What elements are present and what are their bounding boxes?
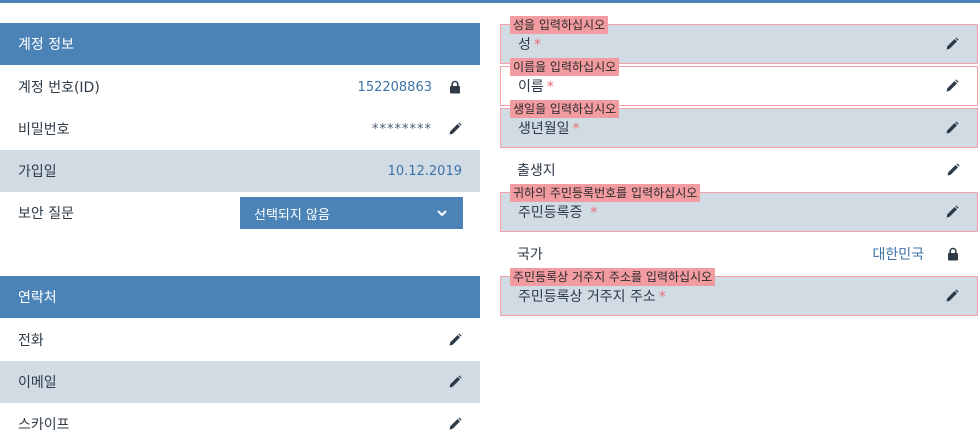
name-error-tooltip: 이름을 입력하십시오 bbox=[510, 58, 620, 76]
id-card-error-tooltip: 귀하의 주민등록번호를 입력하십시오 bbox=[510, 184, 701, 202]
required-mark: * bbox=[658, 289, 666, 305]
account-id-value: 152208863 bbox=[357, 79, 432, 95]
phone-label: 전화 bbox=[18, 333, 44, 349]
pencil-icon[interactable] bbox=[448, 333, 462, 347]
id-card-label: 주민등록증 bbox=[518, 205, 583, 221]
pencil-icon[interactable] bbox=[448, 375, 462, 389]
pencil-icon[interactable] bbox=[946, 163, 960, 177]
skype-row[interactable]: 스카이프 bbox=[0, 403, 480, 445]
surname-label: 성 bbox=[518, 37, 531, 53]
address-label: 주민등록상 거주지 주소 bbox=[518, 289, 656, 305]
password-row[interactable]: 비밀번호 ******** bbox=[0, 108, 480, 150]
contact-section-title: 연락처 bbox=[18, 290, 57, 306]
joined-date-label: 가입일 bbox=[18, 164, 57, 180]
pencil-icon[interactable] bbox=[448, 122, 462, 136]
lock-icon bbox=[946, 247, 960, 261]
top-accent-bar bbox=[0, 0, 980, 3]
account-id-row: 계정 번호(ID) 152208863 bbox=[0, 66, 480, 108]
email-row[interactable]: 이메일 bbox=[0, 361, 480, 403]
account-section-title: 계정 정보 bbox=[18, 37, 74, 53]
password-value: ******** bbox=[372, 121, 432, 137]
skype-label: 스카이프 bbox=[18, 417, 70, 433]
pencil-icon[interactable] bbox=[945, 79, 959, 93]
password-label: 비밀번호 bbox=[18, 122, 70, 138]
required-mark: * bbox=[590, 205, 598, 221]
required-mark: * bbox=[546, 79, 554, 95]
required-mark: * bbox=[572, 121, 580, 137]
email-label: 이메일 bbox=[18, 375, 57, 391]
birthplace-label: 출생지 bbox=[517, 163, 556, 179]
name-label: 이름 bbox=[518, 79, 544, 95]
birthdate-label: 생년월일 bbox=[518, 121, 570, 137]
account-section-header: 계정 정보 bbox=[0, 23, 480, 65]
pencil-icon[interactable] bbox=[945, 37, 959, 51]
account-id-label: 계정 번호(ID) bbox=[18, 80, 100, 96]
birthdate-error-tooltip: 생일을 입력하십시오 bbox=[510, 100, 620, 118]
pencil-icon[interactable] bbox=[945, 289, 959, 303]
address-error-tooltip: 주민등록상 거주지 주소를 입력하십시오 bbox=[510, 268, 716, 286]
security-question-select[interactable]: 선택되지 않음 bbox=[240, 197, 463, 229]
chevron-down-icon bbox=[435, 206, 449, 220]
phone-row[interactable]: 전화 bbox=[0, 319, 480, 361]
country-value: 대한민국 bbox=[872, 247, 924, 263]
surname-error-tooltip: 성을 입력하십시오 bbox=[510, 16, 609, 34]
security-question-selected: 선택되지 않음 bbox=[254, 207, 330, 223]
joined-date-row: 가입일 10.12.2019 bbox=[0, 150, 480, 192]
country-label: 국가 bbox=[517, 247, 543, 263]
pencil-icon[interactable] bbox=[448, 417, 462, 431]
pencil-icon[interactable] bbox=[945, 121, 959, 135]
joined-date-value: 10.12.2019 bbox=[387, 163, 462, 179]
contact-section-header: 연락처 bbox=[0, 276, 480, 318]
pencil-icon[interactable] bbox=[945, 205, 959, 219]
required-mark: * bbox=[533, 37, 541, 53]
lock-icon bbox=[448, 80, 462, 94]
